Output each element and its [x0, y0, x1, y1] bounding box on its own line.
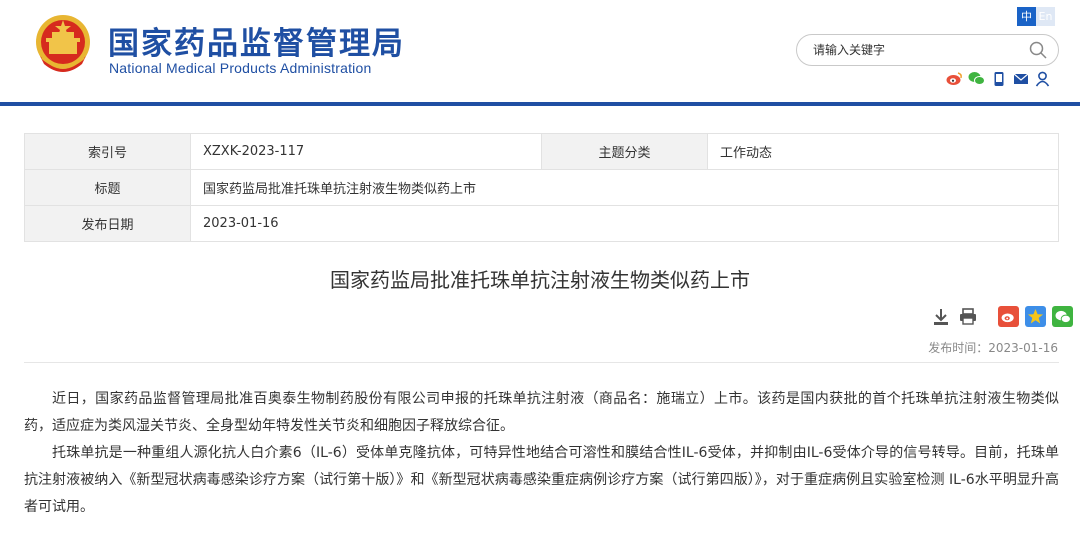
article-paragraph: 托珠单抗是一种重组人源化抗人白介素6（IL-6）受体单克隆抗体，可特异性地结合可…	[24, 445, 1059, 515]
table-row: 索引号 XZXK-2023-117 主题分类 工作动态	[24, 133, 1059, 170]
article-body: 近日，国家药品监督管理局批准百奥泰生物制药股份有限公司申报的托珠单抗注射液（商品…	[24, 386, 1059, 521]
table-row: 发布日期 2023-01-16	[24, 205, 1059, 242]
language-switch: 中 En	[1017, 7, 1055, 26]
download-icon[interactable]	[930, 306, 951, 327]
publish-time-value: 2023-01-16	[988, 341, 1058, 355]
index-value: XZXK-2023-117	[190, 133, 542, 170]
document-info-table: 索引号 XZXK-2023-117 主题分类 工作动态 标题 国家药监局批准托珠…	[24, 133, 1059, 242]
mail-icon[interactable]	[1012, 70, 1029, 87]
title-label: 标题	[24, 169, 191, 206]
article-paragraph: 近日，国家药品监督管理局批准百奥泰生物制药股份有限公司申报的托珠单抗注射液（商品…	[24, 391, 1059, 434]
qzone-share-icon[interactable]	[1025, 306, 1046, 327]
mobile-icon[interactable]	[990, 70, 1007, 87]
index-label: 索引号	[24, 133, 191, 170]
article-divider	[24, 362, 1059, 363]
publish-time: 发布时间：2023-01-16	[928, 339, 1058, 356]
article-title: 国家药监局批准托珠单抗注射液生物类似药上市	[330, 268, 750, 292]
topic-label: 主题分类	[541, 133, 708, 170]
title-value: 国家药监局批准托珠单抗注射液生物类似药上市	[190, 169, 1059, 206]
publish-time-label: 发布时间：	[928, 341, 989, 355]
date-label: 发布日期	[24, 205, 191, 242]
print-icon[interactable]	[957, 306, 978, 327]
site-title-en[interactable]: National Medical Products Administration	[109, 60, 371, 76]
user-icon[interactable]	[1034, 70, 1051, 87]
site-header: 国家药品监督管理局 National Medical Products Admi…	[0, 0, 1080, 102]
lang-en-button[interactable]: En	[1036, 7, 1055, 26]
wechat-icon[interactable]	[968, 70, 985, 87]
national-emblem-logo[interactable]	[32, 12, 94, 78]
article-toolbar	[930, 306, 1073, 327]
header-divider-bar	[0, 102, 1080, 106]
search-input[interactable]	[813, 41, 1013, 59]
social-links	[946, 70, 1051, 87]
lang-zh-button[interactable]: 中	[1017, 7, 1036, 26]
weibo-share-icon[interactable]	[998, 306, 1019, 327]
topic-value: 工作动态	[707, 133, 1059, 170]
site-title-cn[interactable]: 国家药品监督管理局	[108, 18, 405, 63]
wechat-share-icon[interactable]	[1052, 306, 1073, 327]
date-value: 2023-01-16	[190, 205, 1059, 242]
search-icon[interactable]	[1028, 40, 1048, 60]
search-box	[796, 34, 1059, 66]
weibo-icon[interactable]	[946, 70, 963, 87]
table-row: 标题 国家药监局批准托珠单抗注射液生物类似药上市	[24, 169, 1059, 206]
